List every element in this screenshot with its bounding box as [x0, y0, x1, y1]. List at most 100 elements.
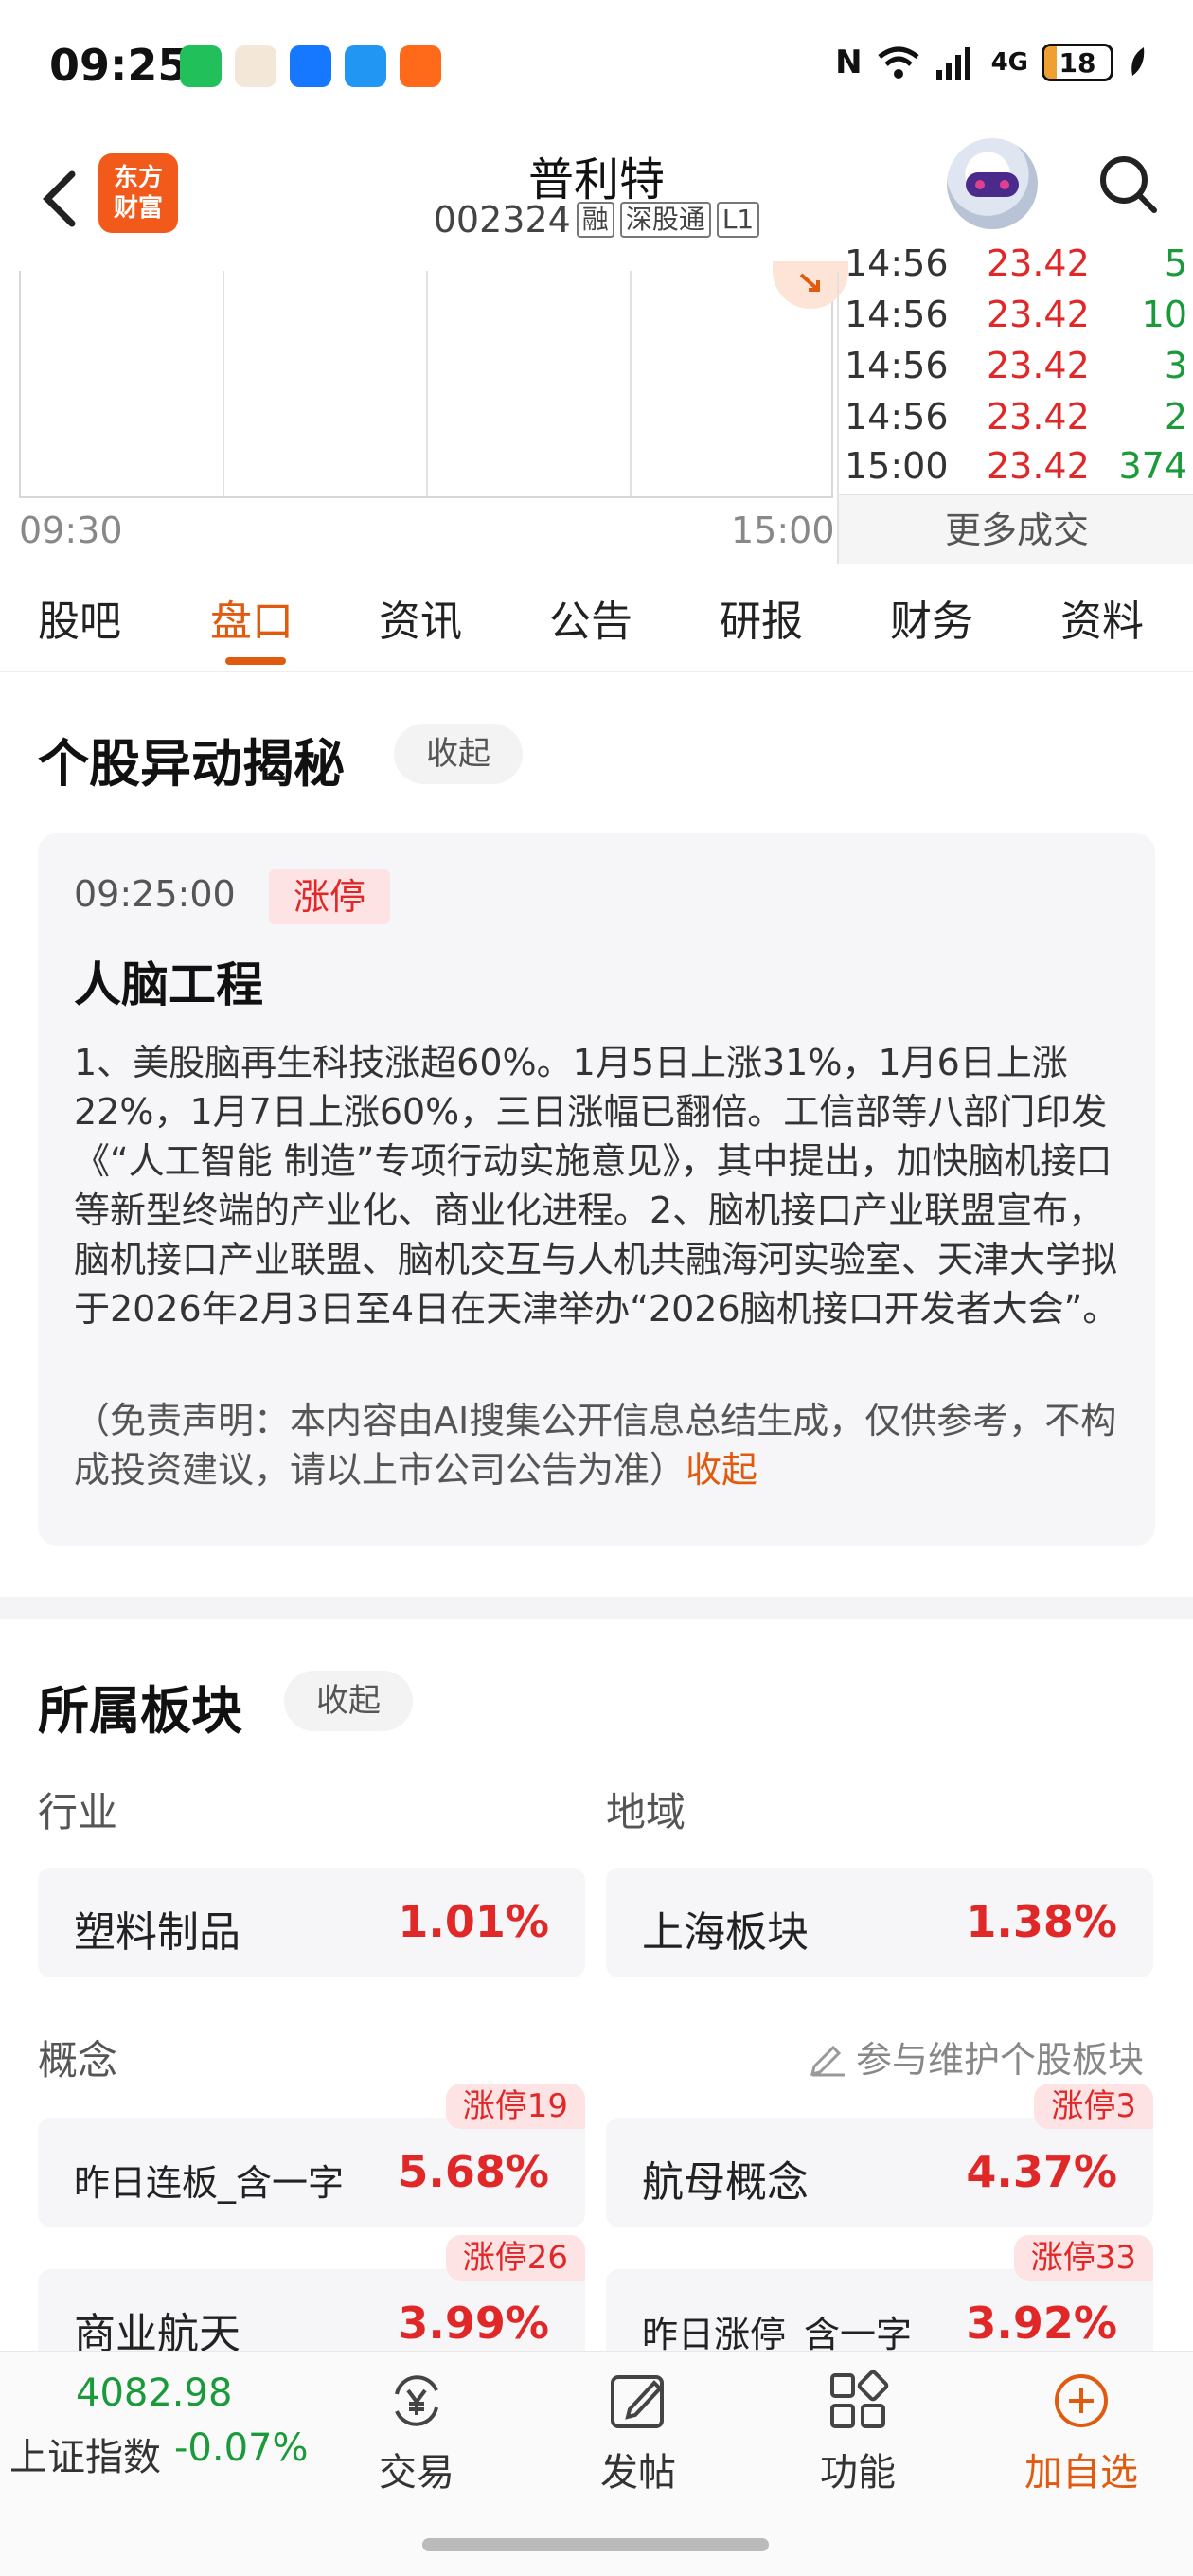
- active-tab-indicator: [225, 657, 286, 665]
- sectors-section-title: 所属板块: [38, 1681, 242, 1741]
- tab-guba[interactable]: 股吧: [38, 587, 121, 648]
- intraday-chart[interactable]: [19, 261, 848, 498]
- trade-row: 14:56 23.42 3: [845, 345, 1187, 386]
- disclaimer-text: （免责声明：本内容由AI搜集公开信息总结生成，仅供参考，不构成投资建议，请以上市…: [74, 1400, 1117, 1491]
- concept-card[interactable]: 涨停19 昨日连板_含一字 5.68%: [38, 2084, 585, 2227]
- industry-card[interactable]: 塑料制品 1.01%: [38, 1868, 585, 1977]
- battery-fill: [1044, 46, 1057, 79]
- pingan-bank-icon: [400, 45, 441, 87]
- tab-announcements[interactable]: 公告: [549, 587, 632, 648]
- margin-tag: 融: [576, 202, 614, 238]
- trade-row: 14:56 23.42 2: [845, 396, 1187, 438]
- chart-end-label: 15:00: [731, 510, 835, 551]
- sector-change: 3.99%: [398, 2298, 549, 2349]
- index-name: 上证指数: [9, 2436, 161, 2479]
- concept-label: 概念: [38, 2037, 118, 2084]
- index-value: 4082.98: [76, 2371, 233, 2415]
- chart-start-label: 09:30: [19, 510, 123, 551]
- home-indicator[interactable]: [422, 2538, 769, 2551]
- battery-icon: 18: [1042, 44, 1113, 81]
- app-mascot-icon: [235, 45, 276, 87]
- status-bar: 09:25 N 4G 18: [0, 0, 1193, 133]
- concept-card[interactable]: 涨停3 航母概念 4.37%: [606, 2084, 1153, 2227]
- sector-change: 1.38%: [966, 1896, 1117, 1947]
- anomaly-section-title: 个股异动揭秘: [38, 734, 345, 794]
- anomaly-time: 09:25:00: [74, 873, 236, 915]
- maintain-sectors-link[interactable]: 参与维护个股板块: [807, 2030, 1144, 2083]
- nav-add-watchlist[interactable]: 加自选: [1006, 2368, 1157, 2496]
- wechat-icon: [180, 45, 222, 87]
- more-trades-button[interactable]: 更多成交: [839, 494, 1193, 564]
- chart-gridline: [223, 271, 224, 496]
- limit-up-count-badge: 涨停19: [445, 2084, 585, 2129]
- edit-icon: [810, 2045, 845, 2076]
- disclaimer-collapse-link[interactable]: 收起: [686, 1449, 757, 1491]
- plus-circle-icon: [1055, 2374, 1108, 2427]
- chart-gridline: [630, 271, 632, 496]
- sector-change: 1.01%: [398, 1896, 549, 1947]
- nav-functions[interactable]: 功能: [782, 2368, 934, 2496]
- sector-name: 航母概念: [642, 2158, 809, 2207]
- notification-icons: [180, 45, 441, 87]
- region-card[interactable]: 上海板块 1.38%: [606, 1868, 1153, 1977]
- nav-label: 交易: [379, 2451, 454, 2495]
- stock-code: 002324: [433, 199, 571, 241]
- anomaly-card: 09:25:00 涨停 人脑工程 1、美股脑再生科技涨超60%。1月5日上涨31…: [38, 833, 1155, 1546]
- nav-label: 功能: [820, 2451, 896, 2495]
- status-time: 09:25: [49, 40, 188, 91]
- nav-post[interactable]: 发帖: [562, 2368, 714, 2496]
- section-divider: [0, 1597, 1193, 1619]
- trade-row: 14:56 23.42 10: [845, 294, 1187, 335]
- sector-change: 3.92%: [966, 2298, 1117, 2349]
- robot-eye-left: [975, 180, 985, 189]
- sector-name: 昨日涨停_含一字: [642, 2314, 913, 2355]
- tab-pankou[interactable]: 盘口: [210, 587, 294, 648]
- anomaly-headline[interactable]: 人脑工程: [74, 947, 263, 1015]
- anomaly-body: 1、美股脑再生科技涨超60%。1月5日上涨31%，1月6日上涨22%，1月7日上…: [74, 1042, 1119, 1330]
- sector-change: 5.68%: [398, 2146, 549, 2197]
- nav-label: 加自选: [1024, 2451, 1138, 2495]
- anomaly-disclaimer: （免责声明：本内容由AI搜集公开信息总结生成，仅供参考，不构成投资建议，请以上市…: [74, 1396, 1125, 1494]
- maintain-label: 参与维护个股板块: [856, 2039, 1145, 2081]
- bank-app-icon: [345, 45, 386, 87]
- nfc-icon: N: [835, 44, 863, 81]
- sector-change: 4.37%: [966, 2146, 1117, 2197]
- signal-icon: [935, 47, 970, 80]
- sector-name: 上海板块: [642, 1908, 809, 1957]
- ai-assistant-icon[interactable]: [947, 138, 1038, 229]
- robot-visor: [966, 172, 1019, 197]
- level-tag: L1: [716, 202, 760, 238]
- leaf-icon: [1131, 47, 1145, 76]
- trade-row: 14:56 23.42 5: [845, 242, 1187, 284]
- alipay-icon: [290, 45, 331, 87]
- intraday-chart-section: 09:30 15:00 14:56 23.42 5 14:56 23.42 10…: [0, 242, 1193, 564]
- region-label: 地域: [606, 1789, 686, 1835]
- anomaly-collapse-button[interactable]: 收起: [394, 724, 523, 784]
- status-indicators: N 4G 18: [835, 44, 1148, 81]
- industry-label: 行业: [38, 1789, 118, 1835]
- nav-label: 发帖: [600, 2451, 676, 2495]
- tab-research[interactable]: 研报: [720, 587, 803, 648]
- tab-bar: 股吧 盘口 资讯 公告 研报 财务 资料: [0, 564, 1193, 672]
- limit-up-count-badge: 涨停3: [1034, 2084, 1153, 2129]
- sector-name: 塑料制品: [74, 1908, 240, 1957]
- tab-news[interactable]: 资讯: [379, 587, 462, 648]
- limit-up-badge: 涨停: [269, 869, 391, 924]
- grid-icon: [830, 2370, 889, 2428]
- tab-finance[interactable]: 财务: [890, 587, 973, 648]
- shenzhen-connect-tag: 深股通: [619, 202, 711, 238]
- yen-cycle-icon: [395, 2375, 438, 2426]
- limit-up-count-badge: 涨停33: [1013, 2235, 1153, 2281]
- index-change: -0.07%: [174, 2426, 309, 2470]
- nav-trade[interactable]: 交易: [341, 2368, 492, 2496]
- tab-profile[interactable]: 资料: [1060, 587, 1144, 648]
- trade-list: 14:56 23.42 5 14:56 23.42 10 14:56 23.42…: [837, 242, 1193, 564]
- trade-row: 15:00 23.42 374: [845, 445, 1187, 487]
- robot-eye-right: [1000, 180, 1009, 189]
- compose-icon: [611, 2375, 664, 2428]
- network-type: 4G: [990, 48, 1028, 77]
- wifi-icon: [878, 46, 919, 79]
- sectors-collapse-button[interactable]: 收起: [284, 1671, 413, 1731]
- chart-gridline: [426, 271, 428, 496]
- search-icon[interactable]: [1094, 150, 1162, 218]
